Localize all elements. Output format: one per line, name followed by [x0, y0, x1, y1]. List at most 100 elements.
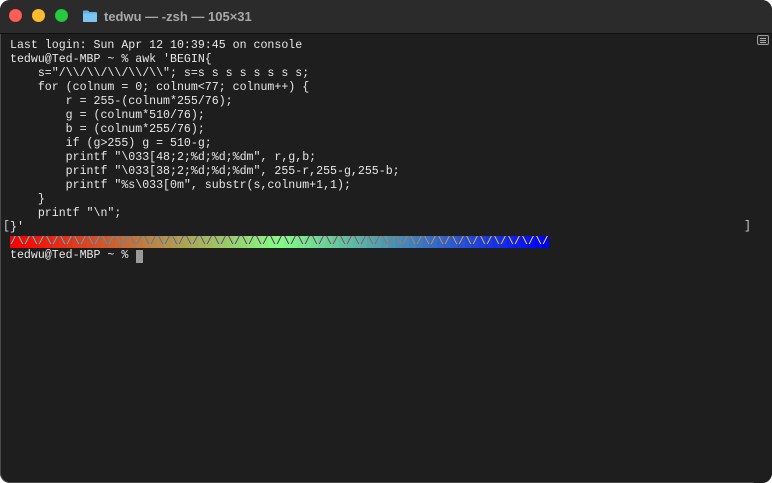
- terminal-line: printf "%s\033[0m", substr(s,colnum+1,1)…: [10, 179, 351, 192]
- rainbow-cell: \: [339, 236, 346, 248]
- rainbow-cell: /: [94, 236, 101, 248]
- rainbow-cell: /: [528, 236, 535, 248]
- rainbow-cell: \: [325, 236, 332, 248]
- rainbow-gradient-output: / \ / \ / \ / \ / \ / \ / \ / \ / \ / \ / \ / \ / \ / \ / \ / \ / \ / \ / \ / \…: [10, 236, 549, 248]
- prompt-line[interactable]: tedwu@Ted-MBP ~ %: [10, 249, 144, 263]
- rainbow-cell: \: [409, 236, 416, 248]
- rainbow-cell: /: [66, 236, 73, 248]
- rainbow-cell: /: [276, 236, 283, 248]
- terminal-line: }': [10, 221, 24, 234]
- minimize-button[interactable]: [32, 9, 45, 22]
- rainbow-cell: \: [269, 236, 276, 248]
- window-title-group: tedwu — -zsh — 105×31: [82, 6, 252, 26]
- shell-prompt: tedwu@Ted-MBP ~ %: [10, 249, 136, 262]
- rainbow-cell: \: [101, 236, 108, 248]
- rainbow-cell: /: [458, 236, 465, 248]
- window-title: tedwu — -zsh — 105×31: [104, 8, 252, 24]
- rainbow-cell: /: [192, 236, 199, 248]
- rainbow-cell: \: [129, 236, 136, 248]
- rainbow-cell: \: [45, 236, 52, 248]
- folder-icon: [83, 10, 97, 22]
- rainbow-cell: \: [73, 236, 80, 248]
- terminal-line: printf "\n";: [10, 207, 122, 220]
- rainbow-cell: \: [255, 236, 262, 248]
- terminal-window: tedwu — -zsh — 105×31 Last login: Sun Ap…: [0, 0, 772, 483]
- rainbow-cell: \: [31, 236, 38, 248]
- list-icon[interactable]: [757, 35, 769, 45]
- rainbow-cell: /: [416, 236, 423, 248]
- rainbow-cell: /: [374, 236, 381, 248]
- rainbow-cell: /: [500, 236, 507, 248]
- rainbow-cell: /: [24, 236, 31, 248]
- rainbow-cell: /: [486, 236, 493, 248]
- rainbow-cell: \: [199, 236, 206, 248]
- rainbow-cell: /: [52, 236, 59, 248]
- terminal-line: tedwu@Ted-MBP ~ % awk 'BEGIN{: [10, 53, 212, 66]
- rainbow-cell: \: [367, 236, 374, 248]
- rainbow-cell: \: [451, 236, 458, 248]
- rainbow-cell: \: [213, 236, 220, 248]
- rainbow-cell: /: [444, 236, 451, 248]
- rainbow-cell: /: [220, 236, 227, 248]
- rainbow-cell: \: [507, 236, 514, 248]
- rainbow-cell: \: [87, 236, 94, 248]
- rainbow-cell: /: [388, 236, 395, 248]
- rainbow-cell: /: [360, 236, 367, 248]
- rainbow-cell: /: [290, 236, 297, 248]
- rainbow-cell: \: [353, 236, 360, 248]
- rainbow-cell: \: [115, 236, 122, 248]
- rainbow-cell: /: [332, 236, 339, 248]
- terminal-line: if (g>255) g = 510-g;: [10, 137, 212, 150]
- rainbow-cell: /: [178, 236, 185, 248]
- rainbow-cell: \: [171, 236, 178, 248]
- terminal-line: s="/\\/\\/\\/\\/\\"; s=s s s s s s s s;: [10, 67, 310, 80]
- rainbow-cell: \: [311, 236, 318, 248]
- rainbow-cell: \: [521, 236, 528, 248]
- scrollbar-area[interactable]: [754, 34, 772, 483]
- rainbow-cell: \: [59, 236, 66, 248]
- rainbow-cell: /: [318, 236, 325, 248]
- rainbow-cell: /: [150, 236, 157, 248]
- rainbow-cell: /: [206, 236, 213, 248]
- selection-bracket-left: [: [3, 220, 10, 233]
- rainbow-cell: \: [465, 236, 472, 248]
- terminal-line: b = (colnum*255/76);: [10, 123, 205, 136]
- rainbow-cell: \: [423, 236, 430, 248]
- terminal-line: r = 255-(colnum*255/76);: [10, 95, 233, 108]
- maximize-button[interactable]: [55, 9, 68, 22]
- rainbow-cell: /: [402, 236, 409, 248]
- rainbow-cell: /: [122, 236, 129, 248]
- terminal-line: printf "\033[48;2;%d;%d;%dm", r,g,b;: [10, 151, 317, 164]
- rainbow-cell: /: [430, 236, 437, 248]
- close-button[interactable]: [9, 9, 22, 22]
- rainbow-cell: \: [493, 236, 500, 248]
- rainbow-cell: \: [437, 236, 444, 248]
- terminal-line: for (colnum = 0; colnum<77; colnum++) {: [10, 81, 310, 94]
- rainbow-cell: \: [241, 236, 248, 248]
- rainbow-cell: /: [248, 236, 255, 248]
- rainbow-cell: \: [17, 236, 24, 248]
- rainbow-cell: /: [542, 236, 549, 248]
- rainbow-cell: /: [38, 236, 45, 248]
- rainbow-cell: \: [381, 236, 388, 248]
- rainbow-cell: \: [143, 236, 150, 248]
- rainbow-cell: /: [346, 236, 353, 248]
- rainbow-cell: /: [108, 236, 115, 248]
- rainbow-cell: \: [297, 236, 304, 248]
- rainbow-cell: /: [234, 236, 241, 248]
- rainbow-cell: /: [262, 236, 269, 248]
- rainbow-cell: \: [227, 236, 234, 248]
- rainbow-cell: \: [535, 236, 542, 248]
- rainbow-cell: /: [164, 236, 171, 248]
- rainbow-cell: \: [157, 236, 164, 248]
- selection-bracket-right: ]: [744, 220, 751, 233]
- rainbow-cell: /: [472, 236, 479, 248]
- rainbow-cell: \: [479, 236, 486, 248]
- terminal-line: Last login: Sun Apr 12 10:39:45 on conso…: [10, 39, 303, 52]
- rainbow-cell: \: [283, 236, 290, 248]
- rainbow-cell: /: [514, 236, 521, 248]
- rainbow-cell: \: [395, 236, 402, 248]
- terminal-line: }: [10, 193, 45, 206]
- title-bar[interactable]: tedwu — -zsh — 105×31: [0, 0, 772, 34]
- rainbow-cell: /: [304, 236, 311, 248]
